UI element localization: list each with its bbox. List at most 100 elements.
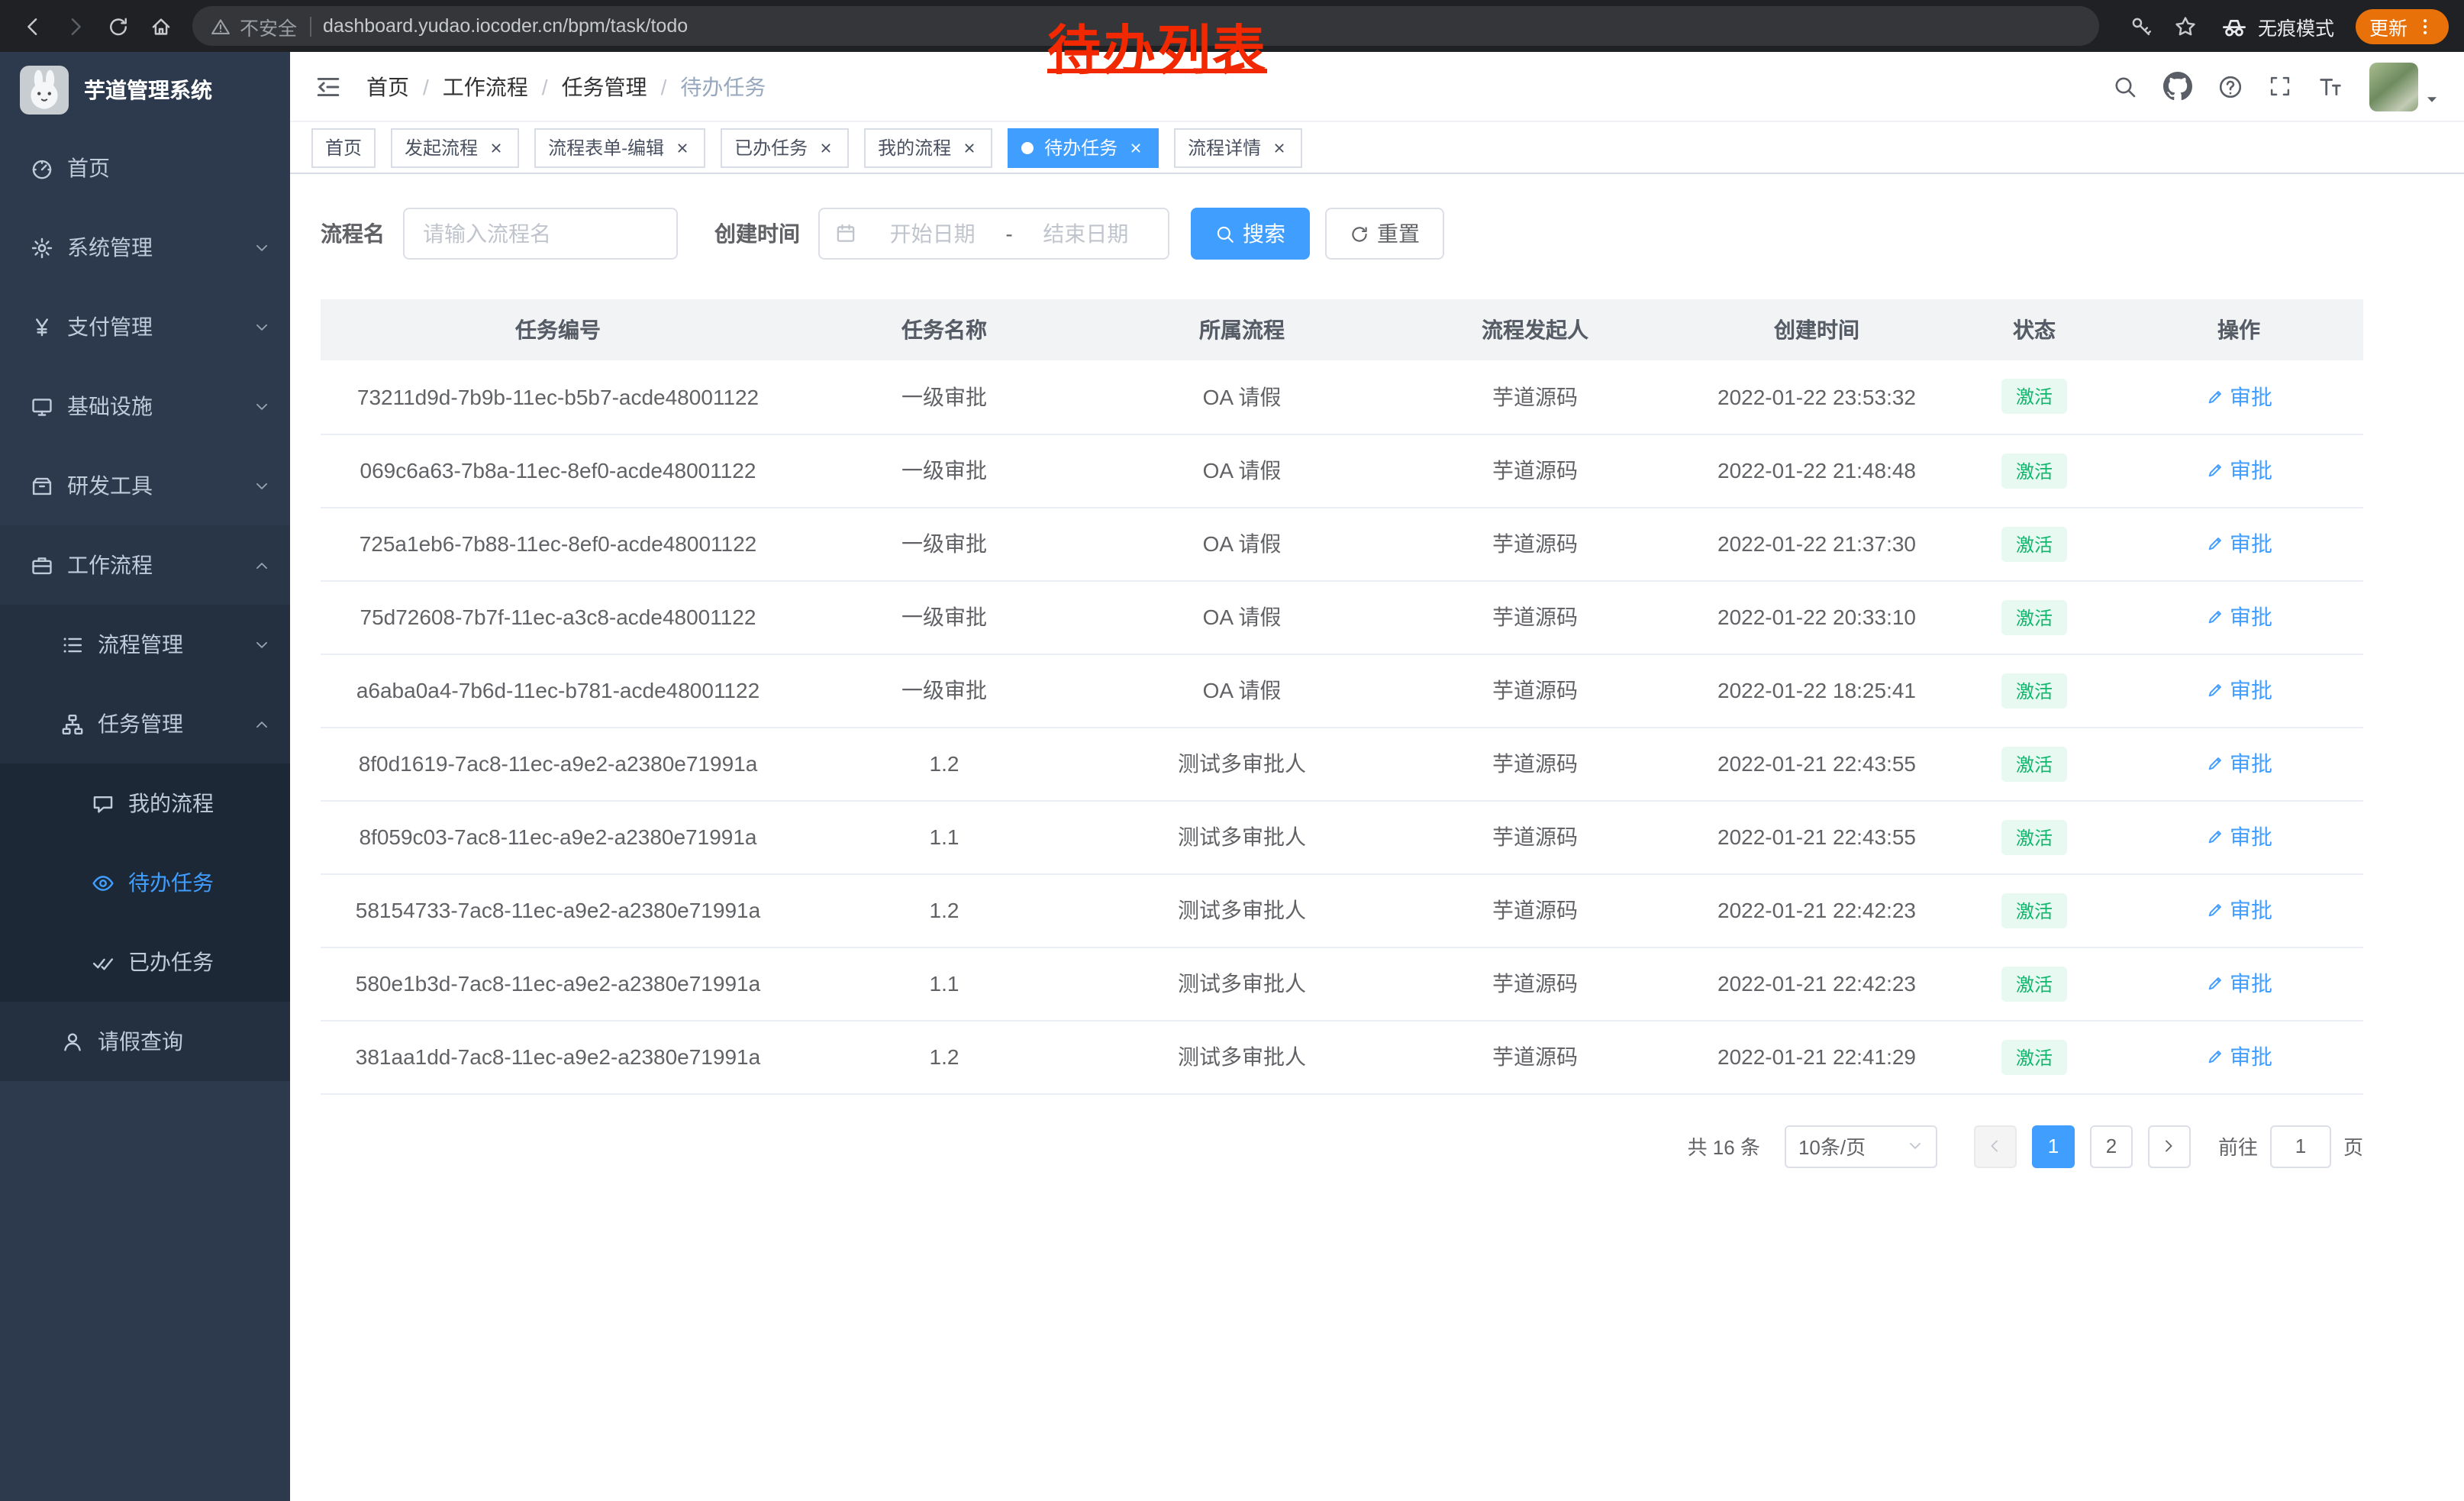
tab[interactable]: 待办任务 [1008,128,1159,167]
approve-link[interactable]: 审批 [2205,968,2272,999]
tab[interactable]: 首页 [311,128,376,167]
tab[interactable]: 流程详情 [1174,128,1302,167]
tab[interactable]: 流程表单-编辑 [534,128,705,167]
tab-close-icon[interactable] [959,137,979,157]
user-menu[interactable] [2369,62,2440,111]
approve-link[interactable]: 审批 [2205,455,2272,486]
cell-process: 测试多审批人 [1093,1020,1391,1093]
cell-task-id: a6aba0a4-7b6d-11ec-b781-acde48001122 [321,654,795,727]
sidebar-item[interactable]: 待办任务 [0,843,290,922]
password-key-icon[interactable] [2130,15,2153,37]
breadcrumb-item[interactable]: 任务管理 [562,71,647,102]
page-number-button[interactable]: 1 [2032,1125,2075,1167]
tab[interactable]: 我的流程 [864,128,992,167]
refresh-icon [1350,224,1369,244]
app-logo[interactable]: 芋道管理系统 [0,52,290,128]
browser-menu-icon[interactable] [2415,16,2435,36]
help-icon[interactable] [2218,74,2243,98]
search-icon[interactable] [2113,74,2137,98]
sidebar-item[interactable]: 支付管理 [0,287,290,366]
page-size-select[interactable]: 10条/页 [1785,1125,1937,1167]
approve-link[interactable]: 审批 [2205,822,2272,852]
calendar-icon [835,223,856,244]
approve-link[interactable]: 审批 [2205,528,2272,559]
sidebar-item[interactable]: 流程管理 [0,605,290,684]
sidebar-item[interactable]: 已办任务 [0,922,290,1002]
status-badge: 激活 [2002,1039,2066,1074]
approve-link[interactable]: 审批 [2205,675,2272,705]
address-bar[interactable]: 不安全 dashboard.yudao.iocoder.cn/bpm/task/… [192,6,2099,46]
sidebar-item[interactable]: 首页 [0,128,290,208]
sidebar-collapse-button[interactable] [314,73,342,100]
browser-forward-button[interactable] [55,6,95,46]
tab-close-icon[interactable] [1269,137,1288,157]
sidebar-item[interactable]: 基础设施 [0,366,290,446]
sidebar-item[interactable]: 请假查询 [0,1002,290,1081]
cell-task-name: 一级审批 [795,434,1093,507]
tab-close-icon[interactable] [672,137,692,157]
chevron-left-icon [1987,1138,2004,1154]
github-icon[interactable] [2163,72,2192,101]
cell-action: 审批 [2114,434,2363,507]
tab-close-icon[interactable] [815,137,835,157]
cell-starter: 芋道源码 [1391,1020,1679,1093]
user-icon [61,1030,84,1053]
browser-home-button[interactable] [140,6,180,46]
approve-link[interactable]: 审批 [2205,895,2272,925]
cell-process: OA 请假 [1093,507,1391,580]
browser-reload-button[interactable] [98,6,137,46]
sidebar-item[interactable]: 系统管理 [0,208,290,287]
sidebar-item[interactable]: 我的流程 [0,763,290,843]
sidebar-menu: 首页系统管理支付管理基础设施研发工具工作流程流程管理任务管理我的流程待办任务已办… [0,128,290,1081]
yen-icon [31,315,53,338]
cell-task-id: 8f059c03-7ac8-11ec-a9e2-a2380e71991a [321,800,795,873]
process-name-input[interactable] [403,208,678,260]
chevron-down-icon [253,636,270,653]
sidebar-item[interactable]: 任务管理 [0,684,290,763]
tab-label: 已办任务 [734,134,808,160]
tab-close-icon[interactable] [485,137,505,157]
browser-back-button[interactable] [12,6,52,46]
briefcase-icon [31,554,53,576]
breadcrumb-separator: / [423,74,429,98]
filter-bar: 流程名 创建时间 开始日期 - 结束日期 搜索 [321,208,2363,260]
breadcrumb-item[interactable]: 首页 [366,71,409,102]
pagination: 共 16 条 10条/页 12 前往 页 [321,1125,2363,1167]
page-number-button[interactable]: 2 [2090,1125,2133,1167]
cell-create-time: 2022-01-21 22:43:55 [1679,727,1954,800]
cell-status: 激活 [1954,800,2114,873]
sidebar-item-label: 请假查询 [98,1026,183,1057]
screen: 不安全 dashboard.yudao.iocoder.cn/bpm/task/… [0,0,2464,1501]
approve-link[interactable]: 审批 [2205,748,2272,779]
search-button-label: 搜索 [1243,218,1285,249]
fullscreen-icon[interactable] [2269,75,2291,98]
cell-status: 激活 [1954,580,2114,654]
search-button[interactable]: 搜索 [1191,208,1310,260]
tab-close-icon[interactable] [1125,137,1145,157]
sidebar-item[interactable]: 工作流程 [0,525,290,605]
sidebar-item-label: 我的流程 [128,788,214,818]
goto-page-input[interactable] [2270,1125,2331,1167]
bookmark-star-icon[interactable] [2174,15,2197,37]
reset-button[interactable]: 重置 [1325,208,1444,260]
tab[interactable]: 已办任务 [721,128,849,167]
approve-link[interactable]: 审批 [2205,1041,2272,1072]
tab[interactable]: 发起流程 [391,128,519,167]
browser-update-button[interactable]: 更新 [2356,8,2449,44]
avatar[interactable] [2369,62,2418,111]
date-range-picker[interactable]: 开始日期 - 结束日期 [818,208,1169,260]
column-header: 操作 [2114,299,2363,360]
font-size-icon[interactable] [2317,73,2343,99]
next-page-button[interactable] [2148,1125,2191,1167]
sidebar-item-label: 工作流程 [67,550,153,580]
approve-link[interactable]: 审批 [2205,602,2272,632]
cell-action: 审批 [2114,580,2363,654]
edit-icon [2205,461,2224,479]
cell-starter: 芋道源码 [1391,434,1679,507]
cell-starter: 芋道源码 [1391,507,1679,580]
breadcrumb-item[interactable]: 工作流程 [443,71,528,102]
approve-link[interactable]: 审批 [2205,382,2272,412]
end-date-placeholder: 结束日期 [1019,218,1153,249]
prev-page-button[interactable] [1974,1125,2017,1167]
sidebar-item[interactable]: 研发工具 [0,446,290,525]
